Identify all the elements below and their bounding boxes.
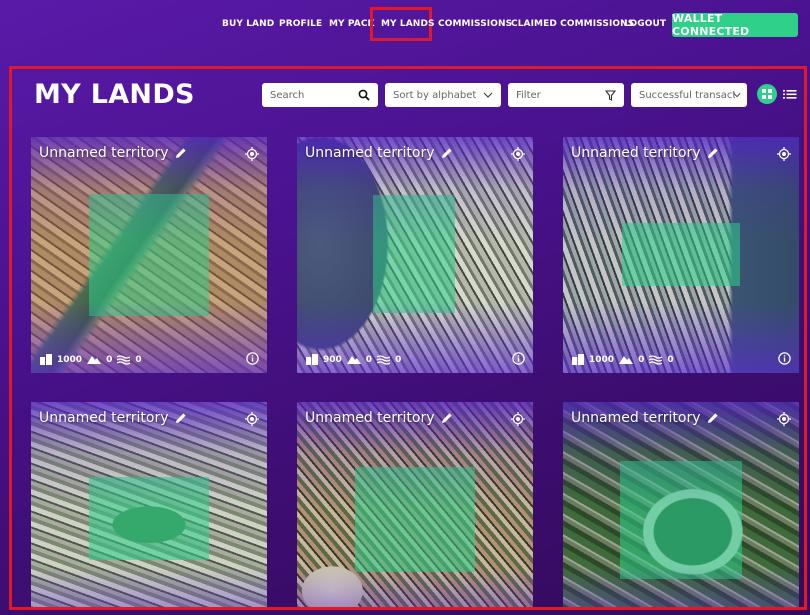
land-name-text: Unnamed territory — [305, 410, 435, 426]
pencil-icon[interactable] — [707, 147, 719, 159]
land-card[interactable]: Unnamed territory 1000 0 0 — [31, 137, 267, 373]
card-gradient — [563, 402, 799, 607]
land-card[interactable]: Unnamed territory 1000 0 0 — [563, 137, 799, 373]
mountain-icon — [87, 356, 102, 364]
list-icon[interactable] — [783, 87, 797, 101]
building-count: 1000 — [57, 354, 83, 365]
land-name-text: Unnamed territory — [571, 410, 701, 426]
water-count: 0 — [135, 354, 142, 365]
land-name: Unnamed territory — [305, 145, 453, 161]
nav-logout[interactable]: LOGOUT — [624, 19, 666, 29]
land-name-text: Unnamed territory — [305, 145, 435, 161]
pencil-icon[interactable] — [175, 412, 187, 424]
target-icon[interactable] — [245, 147, 259, 161]
chevron-down-icon — [483, 92, 493, 98]
water-icon — [649, 354, 663, 365]
building-icon — [572, 354, 584, 365]
building-count: 900 — [323, 354, 342, 365]
water-count: 0 — [395, 354, 402, 365]
pencil-icon[interactable] — [175, 147, 187, 159]
mountain-count: 0 — [638, 354, 645, 365]
sort-select[interactable]: Sort by alphabet — [385, 83, 501, 107]
search-icon — [358, 89, 370, 101]
info-icon[interactable] — [778, 352, 791, 365]
mountain-icon — [346, 356, 361, 364]
wallet-connected-button[interactable]: WALLET CONNECTED — [672, 12, 798, 38]
building-icon — [306, 354, 318, 365]
my-lands-panel: MY LANDS Search Sort by alphabet Filter … — [9, 66, 807, 610]
nav-commissions[interactable]: COMMISSIONS — [438, 19, 512, 29]
mountain-count: 0 — [106, 354, 113, 365]
target-icon[interactable] — [511, 147, 525, 161]
land-name-text: Unnamed territory — [571, 145, 701, 161]
target-icon[interactable] — [511, 412, 525, 426]
search-input[interactable]: Search — [262, 83, 378, 107]
filter-label: Filter — [516, 89, 541, 101]
water-icon — [377, 354, 391, 365]
building-count: 1000 — [589, 354, 615, 365]
nav-my-lands[interactable]: MY LANDS — [381, 19, 435, 29]
land-name-text: Unnamed territory — [39, 410, 169, 426]
top-nav: BUY LAND PROFILE MY PACK MY LANDS COMMIS… — [0, 0, 810, 52]
water-count: 0 — [667, 354, 674, 365]
page-title: MY LANDS — [34, 79, 195, 110]
card-gradient — [31, 402, 267, 607]
card-gradient — [297, 402, 533, 607]
building-icon — [40, 354, 52, 365]
mountain-count: 0 — [365, 354, 373, 365]
land-card[interactable]: Unnamed territory — [297, 402, 533, 607]
target-icon[interactable] — [245, 412, 259, 426]
nav-claimed-commissions[interactable]: CLAIMED COMMISSIONS — [511, 19, 634, 29]
funnel-icon — [605, 89, 616, 101]
chevron-down-icon — [733, 93, 741, 98]
pencil-icon[interactable] — [441, 147, 453, 159]
land-stats: 1000 0 0 — [40, 354, 142, 365]
info-icon[interactable] — [512, 352, 525, 365]
land-name-text: Unnamed territory — [39, 145, 169, 161]
land-name: Unnamed territory — [571, 410, 719, 426]
pencil-icon[interactable] — [441, 412, 453, 424]
land-name: Unnamed territory — [39, 410, 187, 426]
pencil-icon[interactable] — [707, 412, 719, 424]
land-stats: 1000 0 0 — [572, 354, 674, 365]
card-gradient — [563, 137, 799, 373]
land-stats: 900 0 0 — [306, 354, 401, 365]
sort-label: Sort by alphabet — [393, 89, 477, 101]
land-name: Unnamed territory — [571, 145, 719, 161]
land-card[interactable]: Unnamed territory — [31, 402, 267, 607]
card-gradient — [297, 137, 533, 373]
target-icon[interactable] — [777, 412, 791, 426]
land-name: Unnamed territory — [39, 145, 187, 161]
water-icon — [117, 354, 131, 365]
card-gradient — [31, 137, 267, 373]
info-icon[interactable] — [246, 352, 259, 365]
transaction-label: Successful transaction — [639, 89, 735, 101]
transaction-status-select[interactable]: Successful transaction — [631, 83, 747, 107]
mountain-icon — [619, 356, 634, 364]
nav-profile[interactable]: PROFILE — [279, 19, 322, 29]
land-name: Unnamed territory — [305, 410, 453, 426]
search-placeholder: Search — [270, 89, 305, 101]
land-card[interactable]: Unnamed territory — [563, 402, 799, 607]
grid-icon — [762, 89, 772, 99]
filter-select[interactable]: Filter — [508, 83, 624, 107]
land-card[interactable]: Unnamed territory 900 0 0 — [297, 137, 533, 373]
nav-my-pack[interactable]: MY PACK — [329, 19, 375, 29]
target-icon[interactable] — [777, 147, 791, 161]
grid-view-toggle[interactable] — [757, 84, 777, 104]
nav-buy-land[interactable]: BUY LAND — [222, 19, 274, 29]
